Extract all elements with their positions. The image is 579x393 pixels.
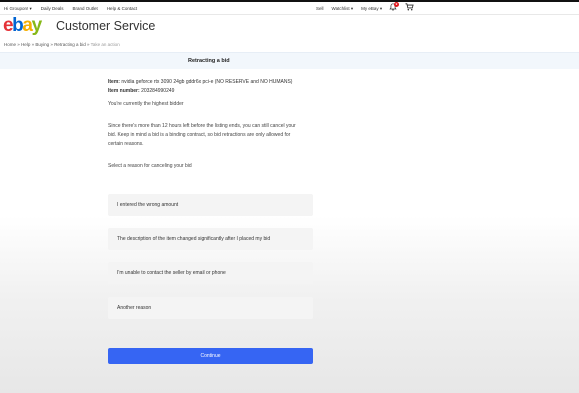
info-line: bid. Keep in mind a bid is a binding con… <box>108 132 291 138</box>
topbar-right: Sell Watchlist ▾ My eBay ▾ <box>316 6 382 12</box>
daily-deals-link[interactable]: Daily Deals <box>41 6 64 12</box>
breadcrumb-buying[interactable]: Buying <box>35 42 49 47</box>
info-line: Since there's more than 12 hours left be… <box>108 123 296 129</box>
status-text: You're currently the highest bidder <box>108 101 184 107</box>
item-title-line: Item: nvidia geforce rtx 3090 24gb gddr6… <box>108 79 292 85</box>
notification-badge: 9 <box>394 2 399 7</box>
item-title: nvidia geforce rtx 3090 24gb gddr6x pci-… <box>121 79 293 85</box>
breadcrumb-separator: » <box>17 42 20 47</box>
topbar-divider <box>0 14 579 15</box>
greeting-link[interactable]: Hi Groupon! ▾ <box>4 6 32 12</box>
watchlist-link[interactable]: Watchlist ▾ <box>332 6 354 12</box>
breadcrumb-retracting[interactable]: Retracting a bid <box>54 42 86 47</box>
reason-option-description-changed[interactable]: The description of the item changed sign… <box>108 228 313 250</box>
reason-option-wrong-amount[interactable]: I entered the wrong amount <box>108 194 313 216</box>
continue-button[interactable]: Continue <box>108 348 313 364</box>
cart-icon[interactable] <box>405 3 414 11</box>
breadcrumb-current: Take an action <box>90 42 120 47</box>
reason-option-label: I entered the wrong amount <box>117 202 179 208</box>
item-number-label: Item number: <box>108 88 140 94</box>
info-line: certain reasons. <box>108 141 144 147</box>
banner-title: Retracting a bid <box>188 58 230 64</box>
breadcrumb-separator: » <box>50 42 53 47</box>
breadcrumb-separator: » <box>31 42 35 47</box>
reason-option-label: The description of the item changed sign… <box>117 236 271 242</box>
ebay-logo[interactable]: ebay <box>3 14 42 38</box>
item-number: 203284990249 <box>141 88 175 94</box>
info-paragraph: Since there's more than 12 hours left be… <box>108 122 313 149</box>
item-label: Item: <box>108 79 120 85</box>
section-banner: Retracting a bid <box>0 52 579 69</box>
item-number-line: Item number: 203284990249 <box>108 88 174 94</box>
breadcrumb-separator: » <box>86 42 90 47</box>
topbar-left: Hi Groupon! ▾ Daily Deals Brand Outlet H… <box>4 6 146 12</box>
page-title: Customer Service <box>56 19 156 33</box>
top-utility-bar: Hi Groupon! ▾ Daily Deals Brand Outlet H… <box>0 2 579 14</box>
my-ebay-link[interactable]: My eBay ▾ <box>361 6 382 12</box>
sell-link[interactable]: Sell <box>316 6 324 12</box>
reason-option-label: I'm unable to contact the seller by emai… <box>117 270 226 276</box>
help-contact-link[interactable]: Help & Contact <box>107 6 137 12</box>
reason-option-cannot-contact-seller[interactable]: I'm unable to contact the seller by emai… <box>108 262 313 284</box>
reason-option-another-reason[interactable]: Another reason <box>108 297 313 319</box>
brand-outlet-link[interactable]: Brand Outlet <box>73 6 98 12</box>
breadcrumb-home[interactable]: Home <box>4 42 16 47</box>
breadcrumb-help[interactable]: Help <box>21 42 30 47</box>
reason-option-label: Another reason <box>117 305 152 311</box>
breadcrumb: Home » Help » Buying » Retracting a bid … <box>4 42 120 47</box>
reason-prompt: Select a reason for canceling your bid <box>108 163 192 169</box>
